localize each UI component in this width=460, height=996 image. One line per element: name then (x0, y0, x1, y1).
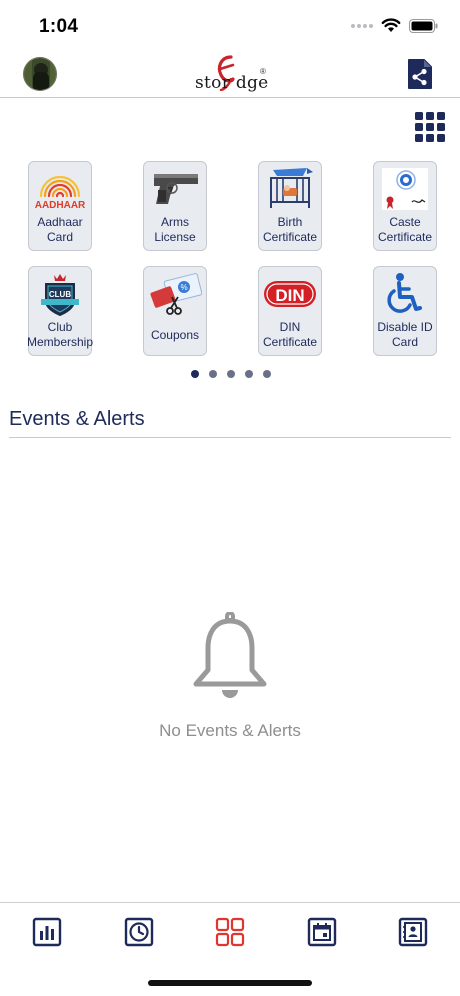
wheelchair-icon (387, 273, 422, 313)
document-share-icon (408, 59, 432, 89)
crib-icon (270, 168, 313, 208)
status-time: 1:04 (39, 16, 79, 37)
service-tile-disable-id-card[interactable]: Disable ID Card (373, 266, 437, 356)
wifi-icon (381, 18, 401, 32)
din-icon: DIN (264, 281, 316, 307)
pistol-icon (154, 174, 198, 204)
svg-text:DIN: DIN (275, 286, 304, 305)
empty-state-text: No Events & Alerts (159, 721, 301, 740)
clock-icon (124, 917, 154, 947)
bell-icon (193, 612, 267, 698)
events-section-title: Events & Alerts (9, 408, 145, 430)
service-label: Caste Certificate (377, 215, 433, 244)
tab-dashboard[interactable] (215, 917, 245, 947)
service-tile-arms-license[interactable]: Arms License (143, 161, 207, 251)
storedge-logo: stor dge ® (193, 53, 269, 97)
bar-chart-icon (32, 917, 62, 947)
grid-menu-button[interactable] (414, 111, 446, 143)
cellular-signal-icon (351, 23, 373, 28)
events-empty-state: No Events & Alerts (0, 612, 460, 741)
svg-text:AADHAAR: AADHAAR (35, 200, 86, 211)
service-tile-coupons[interactable]: % Coupons (143, 266, 207, 356)
service-label: Aadhaar Card (37, 215, 83, 244)
page-indicator (0, 370, 460, 378)
service-label: Arms License (154, 215, 196, 244)
contacts-book-icon (398, 917, 428, 947)
dashboard-grid-icon (215, 917, 245, 947)
tab-analytics[interactable] (32, 917, 62, 947)
page-dot[interactable] (209, 370, 217, 378)
status-bar: 1:04 (0, 0, 460, 52)
logo-registered-mark: ® (260, 67, 266, 76)
logo-text: stor dge (195, 73, 269, 93)
avatar[interactable] (23, 57, 57, 91)
svg-text:CLUB: CLUB (49, 290, 71, 299)
page-dot[interactable] (191, 370, 199, 378)
tab-contacts[interactable] (398, 917, 428, 947)
service-tile-birth-certificate[interactable]: Birth Certificate (258, 161, 322, 251)
page-dot[interactable] (263, 370, 271, 378)
service-tile-din-certificate[interactable]: DIN DIN Certificate (258, 266, 322, 356)
home-indicator[interactable] (148, 980, 312, 986)
tab-calendar[interactable] (307, 917, 337, 947)
service-label: Birth Certificate (262, 215, 318, 244)
calendar-icon (307, 917, 337, 947)
service-label: Disable ID Card (377, 320, 433, 349)
club-badge-icon: CLUB (41, 274, 79, 316)
service-tile-caste-certificate[interactable]: Caste Certificate (373, 161, 437, 251)
section-divider (9, 437, 451, 438)
page-dot[interactable] (245, 370, 253, 378)
page-dot[interactable] (227, 370, 235, 378)
aadhaar-icon: AADHAAR (35, 175, 86, 211)
battery-icon (409, 18, 438, 33)
app-header: stor dge ® (0, 52, 460, 98)
document-share-button[interactable] (407, 58, 433, 90)
certificate-seal-icon (382, 168, 428, 210)
service-label: DIN Certificate (262, 320, 318, 349)
svg-text:%: % (180, 283, 187, 292)
avatar-image (24, 58, 56, 90)
service-tile-club-membership[interactable]: CLUB Club Membership (27, 266, 93, 356)
service-label: Club Membership (26, 320, 94, 349)
service-tile-aadhaar-card[interactable]: AADHAAR Aadhaar Card (28, 161, 92, 251)
coupon-scissors-icon: % (150, 273, 202, 315)
status-icons (351, 18, 438, 33)
grid-menu-icon (415, 112, 445, 142)
service-label: Coupons (150, 328, 200, 342)
tab-history[interactable] (124, 917, 154, 947)
